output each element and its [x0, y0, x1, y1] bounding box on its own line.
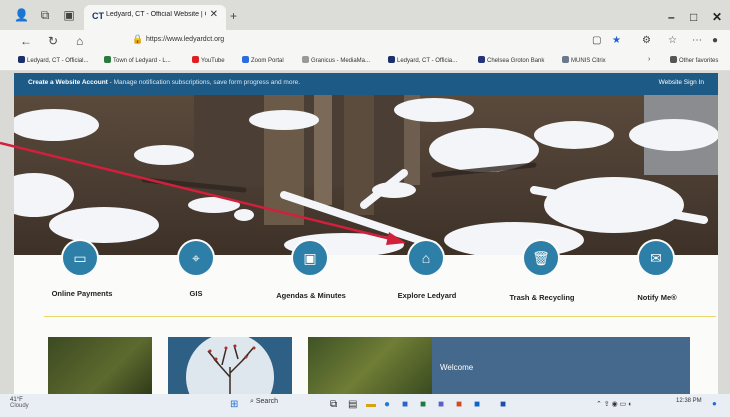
quick-link-gis[interactable]: GIS [190, 289, 203, 298]
bookmark-favicon-icon [478, 56, 485, 63]
maximize-button[interactable]: □ [690, 10, 697, 24]
section-divider [44, 316, 716, 317]
payment-icon[interactable]: ▭ [63, 241, 97, 275]
app-icon[interactable]: ■ [500, 399, 506, 410]
bookmark-item[interactable]: Ledyard, CT - Official... [18, 56, 88, 64]
banner-description: - Manage notification subscriptions, sav… [107, 79, 301, 86]
website-sign-in-link[interactable]: Website Sign In [659, 79, 704, 86]
powerpoint-icon[interactable]: ■ [456, 399, 462, 410]
bookmark-favicon-icon [104, 56, 111, 63]
close-button[interactable]: ✕ [712, 10, 722, 24]
bookmark-item[interactable]: YouTube [192, 56, 225, 64]
taskbar-search[interactable]: ⌕ Search [250, 398, 278, 406]
weather-condition: Cloudy [10, 403, 29, 409]
welcome-heading: Welcome [440, 363, 474, 372]
minimize-button[interactable]: – [668, 10, 675, 24]
bookmarks-overflow-icon[interactable]: › [648, 56, 650, 63]
folder-icon [670, 56, 677, 63]
bookmark-favicon-icon [388, 56, 395, 63]
profile-avatar-icon[interactable]: ● [712, 35, 718, 46]
notification-icon[interactable]: ● [712, 399, 717, 408]
quick-link-explore-ledyard[interactable]: Explore Ledyard [398, 291, 457, 300]
teams-icon[interactable]: ■ [438, 399, 444, 410]
tray-icons[interactable]: ⌃ ⇪ ◉ ▭ ◐ [596, 400, 632, 408]
refresh-icon[interactable]: ↻ [48, 34, 58, 48]
news-image-card[interactable] [48, 337, 152, 395]
quick-link-notify-me[interactable]: Notify Me® [637, 293, 676, 302]
lock-icon: 🔒 [132, 34, 144, 44]
url-text: https://www.ledyardct.org [146, 36, 225, 43]
quick-link-trash-recycling[interactable]: Trash & Recycling [509, 293, 574, 302]
file-explorer-icon[interactable]: ▬ [366, 399, 376, 410]
home-icon[interactable]: ⌂ [76, 34, 83, 48]
back-icon[interactable]: ← [20, 34, 32, 48]
building-icon[interactable]: ⌂ [409, 241, 443, 275]
account-banner: Create a Website Account - Manage notifi… [14, 73, 718, 95]
workspaces-icon[interactable]: ⧉ [38, 8, 52, 22]
calendar-icon[interactable]: ▣ [293, 241, 327, 275]
tree-logo-card[interactable] [168, 337, 292, 395]
start-icon[interactable]: ⊞ [230, 399, 238, 410]
tree-logo-icon [186, 337, 274, 395]
outlook-icon[interactable]: ■ [474, 399, 480, 410]
edge-icon[interactable]: ● [384, 399, 390, 410]
new-tab-button[interactable]: + [230, 9, 237, 23]
address-bar[interactable]: 🔒 https://www.ledyardct.org [132, 33, 602, 49]
more-menu-icon[interactable]: ⋯ [692, 35, 702, 46]
windows-taskbar: 41°F Cloudy ⊞ ⌕ Search ⧉ ▤ ▬ ● ■ ■ ■ ■ ■… [0, 394, 730, 417]
map-icon[interactable]: ⌖ [179, 241, 213, 275]
bookmark-item[interactable]: Granicus - MediaMa... [302, 56, 370, 64]
word-icon[interactable]: ■ [402, 399, 408, 410]
trash-icon[interactable]: 🗑 [524, 241, 558, 275]
create-account-link[interactable]: Create a Website Account [28, 79, 108, 86]
landscape-image-card[interactable] [308, 337, 432, 395]
browser-tab[interactable]: CT Ledyard, CT - Official Website | O ✕ [84, 5, 226, 30]
favorites-icon[interactable]: ☆ [668, 35, 677, 46]
tab-title: Ledyard, CT - Official Website | O [106, 11, 206, 18]
bookmark-item[interactable]: Zoom Portal [242, 56, 284, 64]
tab-actions-icon[interactable]: ▣ [62, 8, 76, 22]
tab-favicon: CT [92, 11, 104, 21]
hero-image [14, 95, 718, 255]
quick-link-online-payments[interactable]: Online Payments [52, 289, 113, 298]
bookmark-favicon-icon [242, 56, 249, 63]
bookmark-item[interactable]: Ledyard, CT - Officia... [388, 56, 457, 64]
mail-icon[interactable]: ✉ [639, 241, 673, 275]
bookmark-favicon-icon [562, 56, 569, 63]
read-aloud-icon[interactable]: ▢ [592, 35, 601, 46]
excel-icon[interactable]: ■ [420, 399, 426, 410]
bookmark-folder[interactable]: Other favorites [670, 56, 718, 64]
bookmark-favicon-icon [302, 56, 309, 63]
navigation-bar: ← ↻ ⌂ 🔒 https://www.ledyardct.org ▢ ★ ⚙ … [0, 30, 730, 52]
bookmark-item[interactable]: Town of Ledyard - L... [104, 56, 171, 64]
clock[interactable]: 12:38 PM [676, 398, 702, 404]
task-view-icon[interactable]: ⧉ [330, 399, 337, 410]
browser-tab-strip: 👤 ⧉ ▣ CT Ledyard, CT - Official Website … [0, 0, 730, 30]
profile-icon[interactable]: 👤 [14, 8, 29, 22]
bookmark-favicon-icon [18, 56, 25, 63]
extensions-icon[interactable]: ⚙ [642, 35, 651, 46]
quick-link-agendas-minutes[interactable]: Agendas & Minutes [276, 291, 346, 300]
weather-widget[interactable]: 41°F Cloudy [10, 397, 40, 409]
welcome-card[interactable]: Welcome [432, 337, 690, 395]
bookmark-item[interactable]: MUNIS Citrix [562, 56, 606, 64]
bookmark-item[interactable]: Chelsea Groton Bank [478, 56, 544, 64]
bookmark-favicon-icon [192, 56, 199, 63]
favorite-star-icon[interactable]: ★ [612, 35, 621, 46]
tab-close-icon[interactable]: ✕ [210, 9, 218, 20]
bookmarks-bar: Ledyard, CT - Official... Town of Ledyar… [0, 52, 730, 71]
widgets-icon[interactable]: ▤ [348, 399, 357, 410]
